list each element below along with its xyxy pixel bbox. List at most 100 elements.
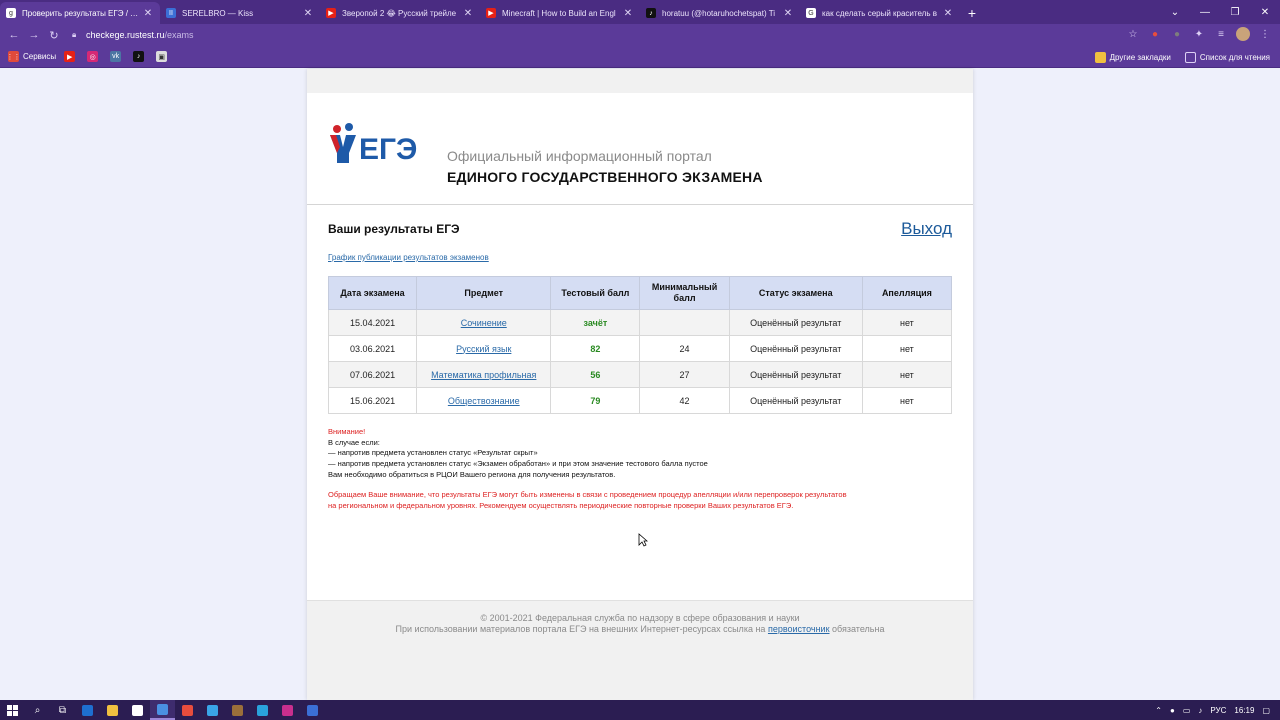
reload-icon[interactable]: ↻ xyxy=(44,29,64,42)
logout-link[interactable]: Выход xyxy=(901,219,952,239)
keyboard-language[interactable]: РУС xyxy=(1210,706,1226,715)
browser-tab[interactable]: ♪ horatuu (@hotaruhochetspat) Ti ✕ xyxy=(640,2,800,24)
tab-search-icon[interactable]: ⌄ xyxy=(1160,7,1190,18)
tab-close-icon[interactable]: ✕ xyxy=(782,8,794,19)
browser-tab[interactable]: ▶ Зверопой 2 😂 Русский трейле ✕ xyxy=(320,2,480,24)
results-table: Дата экзамена Предмет Тестовый балл Минимал… xyxy=(327,276,953,414)
appeal-status: нет xyxy=(861,335,953,362)
test-score: 82 xyxy=(550,335,641,362)
bookmark-icon: ▣ xyxy=(156,51,168,62)
task-view-icon[interactable]: ⧉ xyxy=(50,700,75,720)
source-link[interactable]: первоисточник xyxy=(768,624,830,634)
bookmark-item[interactable]: ▣ xyxy=(156,51,171,62)
other-bookmarks-folder[interactable]: Другие закладки xyxy=(1094,51,1171,63)
network-icon[interactable]: ▭ xyxy=(1183,706,1191,715)
microphone-icon[interactable]: ● xyxy=(1170,706,1175,715)
bookmark-star-icon[interactable]: ☆ xyxy=(1126,27,1140,41)
bookmark-list: ⋮⋮ Сервисы ▶ ◎ vk ♪ ▣ xyxy=(7,51,179,62)
bookmark-item[interactable]: ▶ xyxy=(64,51,79,62)
bookmark-item[interactable]: ◎ xyxy=(87,51,102,62)
test-score: зачёт xyxy=(550,309,641,336)
tab-favicon-icon: II xyxy=(166,8,176,18)
taskbar-app-icon[interactable] xyxy=(275,700,300,720)
tray-chevron-icon[interactable]: ⌃ xyxy=(1155,706,1162,715)
reading-list-label: Список для чтения xyxy=(1199,52,1270,62)
notice-line: В случае если: xyxy=(328,437,380,447)
os-taskbar: ⌕ ⧉ ⌃ ● ▭ ♪ РУС 16:19 ▢ xyxy=(0,700,1280,720)
close-window-icon[interactable]: ✕ xyxy=(1250,7,1280,18)
taskbar-app-icon[interactable] xyxy=(300,700,325,720)
extension-icon-2[interactable]: ● xyxy=(1170,27,1184,41)
exam-status: Оценённый результат xyxy=(728,387,863,414)
subject-link[interactable]: Сочинение xyxy=(416,309,552,336)
column-header: Апелляция xyxy=(861,276,953,310)
taskbar-app-icon[interactable] xyxy=(75,700,100,720)
tab-close-icon[interactable]: ✕ xyxy=(142,8,154,19)
browser-tab[interactable]: Gкак сделать серый краситель в ✕ xyxy=(800,2,960,24)
volume-icon[interactable]: ♪ xyxy=(1198,706,1202,715)
bookmark-item[interactable]: ⋮⋮ Сервисы xyxy=(7,51,56,62)
column-header: Дата экзамена xyxy=(327,276,418,310)
taskbar-app-icon[interactable] xyxy=(200,700,225,720)
tab-strip: g Проверить результаты ЕГЭ / Оф ✕ II SERELBR… xyxy=(0,0,1280,24)
browser-tab[interactable]: II SERELBRO — Kiss ✕ xyxy=(160,2,320,24)
browser-tab[interactable]: ▶ Minecraft | How to Build an Engl ✕ xyxy=(480,2,640,24)
notice-lines: В случае если: — напротив предмета устано… xyxy=(328,438,708,481)
tab-close-icon[interactable]: ✕ xyxy=(462,8,474,19)
page-top-strip xyxy=(307,69,973,93)
bookmark-item[interactable]: ♪ xyxy=(133,51,148,62)
table-header-row: Дата экзамена Предмет Тестовый балл Минимал… xyxy=(327,276,953,310)
tab-favicon-icon: ▶ xyxy=(486,8,496,18)
taskbar-app-icon[interactable] xyxy=(175,700,200,720)
tab-close-icon[interactable]: ✕ xyxy=(942,8,954,19)
tab-title: Проверить результаты ЕГЭ / Оф xyxy=(22,8,142,18)
bookmark-icon: vk xyxy=(110,51,122,62)
footer-source-note: При использовании материалов портала ЕГЭ… xyxy=(307,624,973,635)
tab-title: Зверопой 2 😂 Русский трейле xyxy=(342,8,457,18)
notifications-icon[interactable]: ▢ xyxy=(1262,706,1270,715)
schedule-link[interactable]: График публикации результатов экзаменов xyxy=(328,253,489,262)
table-row: 15.06.2021 Обществознание 79 42 Оценённый ре… xyxy=(327,387,953,414)
subject-link[interactable]: Математика профильная xyxy=(416,361,552,388)
taskbar-app-icon[interactable] xyxy=(150,700,175,720)
subject-link[interactable]: Русский язык xyxy=(416,335,552,362)
footer-note-before: При использовании материалов портала ЕГЭ… xyxy=(395,624,766,634)
portal-subtitle: Официальный информационный портал xyxy=(447,148,712,164)
menu-icon[interactable]: ⋮ xyxy=(1258,27,1272,41)
profile-avatar[interactable] xyxy=(1236,27,1250,41)
subject-link[interactable]: Обществознание xyxy=(416,387,552,414)
back-icon[interactable]: ← xyxy=(4,29,24,41)
forward-icon[interactable]: → xyxy=(24,29,44,41)
page-title: Ваши результаты ЕГЭ xyxy=(328,222,460,236)
url-host: checkege.rustest.ru xyxy=(86,30,165,40)
ege-logo[interactable]: ЕГЭ xyxy=(327,123,427,165)
taskbar-app-icon[interactable] xyxy=(250,700,275,720)
reading-list-button[interactable]: Список для чтения xyxy=(1184,51,1270,63)
media-control-icon[interactable]: ≡ xyxy=(1214,27,1228,41)
exam-status: Оценённый результат xyxy=(728,335,863,362)
tab-close-icon[interactable]: ✕ xyxy=(622,8,634,19)
extensions-puzzle-icon[interactable]: ✦ xyxy=(1192,27,1206,41)
taskbar-app-icon[interactable] xyxy=(100,700,125,720)
footer-copyright: © 2001-2021 Федеральная служба по надзор… xyxy=(480,613,800,623)
folder-icon xyxy=(1094,51,1106,63)
tab-close-icon[interactable]: ✕ xyxy=(302,8,314,19)
extension-icon[interactable]: ● xyxy=(1148,27,1162,41)
start-button[interactable] xyxy=(0,700,25,720)
browser-tab[interactable]: g Проверить результаты ЕГЭ / Оф ✕ xyxy=(0,2,160,24)
taskbar-app-icon[interactable] xyxy=(225,700,250,720)
bookmark-item[interactable]: vk xyxy=(110,51,125,62)
clock[interactable]: 16:19 xyxy=(1234,706,1254,715)
notice-line: — напротив предмета установлен статус «Э… xyxy=(328,459,708,469)
minimize-icon[interactable]: — xyxy=(1190,7,1220,18)
mouse-cursor-icon xyxy=(638,533,648,547)
url-input[interactable]: 🔒︎ checkege.rustest.ru/exams xyxy=(72,26,1152,44)
exam-date: 07.06.2021 xyxy=(327,361,418,388)
new-tab-button[interactable]: + xyxy=(960,2,984,24)
table-row: 15.04.2021 Сочинение зачёт Оценённый резуль… xyxy=(327,309,953,336)
restore-icon[interactable]: ❐ xyxy=(1220,7,1250,18)
taskbar-app-icon[interactable] xyxy=(125,700,150,720)
min-score: 42 xyxy=(639,387,730,414)
results-change-notice: Обращаем Ваше внимание, что результаты Е… xyxy=(328,490,928,511)
taskbar-search-icon[interactable]: ⌕ xyxy=(25,700,50,720)
